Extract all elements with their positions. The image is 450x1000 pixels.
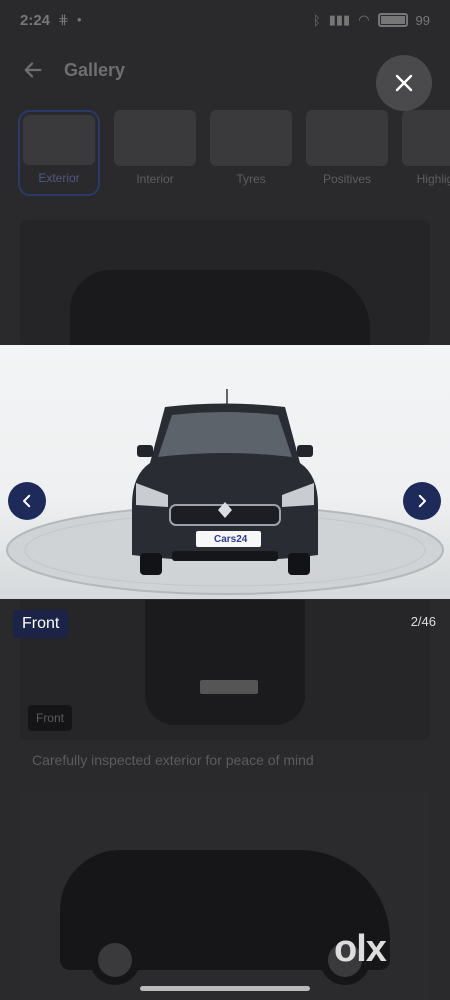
background-tag: Front: [28, 705, 72, 731]
olx-logo-text: olx: [334, 928, 387, 970]
thumb-exterior[interactable]: Exterior: [18, 110, 100, 196]
status-bar: 2:24 ⋕ • ᛒ ▮▮▮ ◠ 99: [0, 0, 450, 40]
wheel-icon: [90, 935, 140, 985]
signal-icon: ▮▮▮: [328, 12, 351, 27]
thumb-image: [402, 110, 450, 166]
background-caption: Carefully inspected exterior for peace o…: [32, 752, 314, 768]
close-icon: [395, 74, 413, 92]
olx-watermark: olx: [334, 928, 387, 971]
thumb-tyres[interactable]: Tyres: [210, 110, 292, 200]
thumb-label: Highlights: [416, 172, 450, 186]
background-car-card: [20, 220, 430, 345]
image-label: Front: [13, 610, 69, 638]
dot-icon: •: [76, 12, 82, 27]
home-indicator[interactable]: [140, 986, 310, 991]
status-right-icons: ᛒ ▮▮▮ ◠ 99: [313, 12, 430, 28]
hash-icon: ⋕: [58, 12, 69, 27]
thumb-image: [114, 110, 196, 166]
chevron-right-icon: [418, 494, 426, 508]
thumb-image: [210, 110, 292, 166]
thumb-image: [23, 115, 95, 165]
car-front-photo: [6, 389, 444, 595]
background-front-card: [20, 600, 430, 740]
plate-text: Cars24: [214, 534, 248, 545]
wifi-icon: ◠: [358, 12, 370, 27]
battery-level: 99: [415, 12, 430, 28]
car-silhouette: [70, 270, 370, 345]
next-image-button[interactable]: [403, 482, 441, 520]
thumb-label: Tyres: [236, 172, 266, 186]
previous-image-button[interactable]: [8, 482, 46, 520]
image-counter: 2/46: [410, 614, 436, 629]
gallery-screen: 2:24 ⋕ • ᛒ ▮▮▮ ◠ 99 Gallery Exterior Int…: [0, 0, 450, 1000]
status-time: 2:24: [20, 11, 51, 29]
status-left-icons: ⋕ •: [58, 12, 81, 28]
back-arrow-icon[interactable]: [20, 57, 46, 83]
plate-silhouette: [200, 680, 258, 694]
thumb-highlights[interactable]: Highlights: [402, 110, 450, 200]
thumb-label: Exterior: [38, 171, 80, 185]
thumb-label: Interior: [136, 172, 174, 186]
battery-icon: [377, 13, 408, 27]
page-title: Gallery: [64, 59, 126, 80]
thumb-image: [306, 110, 388, 166]
car-front-silhouette: [145, 600, 305, 725]
thumb-positives[interactable]: Positives: [306, 110, 388, 200]
bluetooth-icon: ᛒ: [312, 12, 321, 28]
image-viewer[interactable]: Cars24: [0, 345, 450, 599]
chevron-left-icon: [23, 494, 31, 508]
thumb-label: Positives: [322, 172, 372, 186]
thumb-interior[interactable]: Interior: [114, 110, 196, 200]
close-button[interactable]: [376, 55, 432, 111]
category-thumbnails: Exterior Interior Tyres Positives Highli…: [18, 110, 450, 200]
